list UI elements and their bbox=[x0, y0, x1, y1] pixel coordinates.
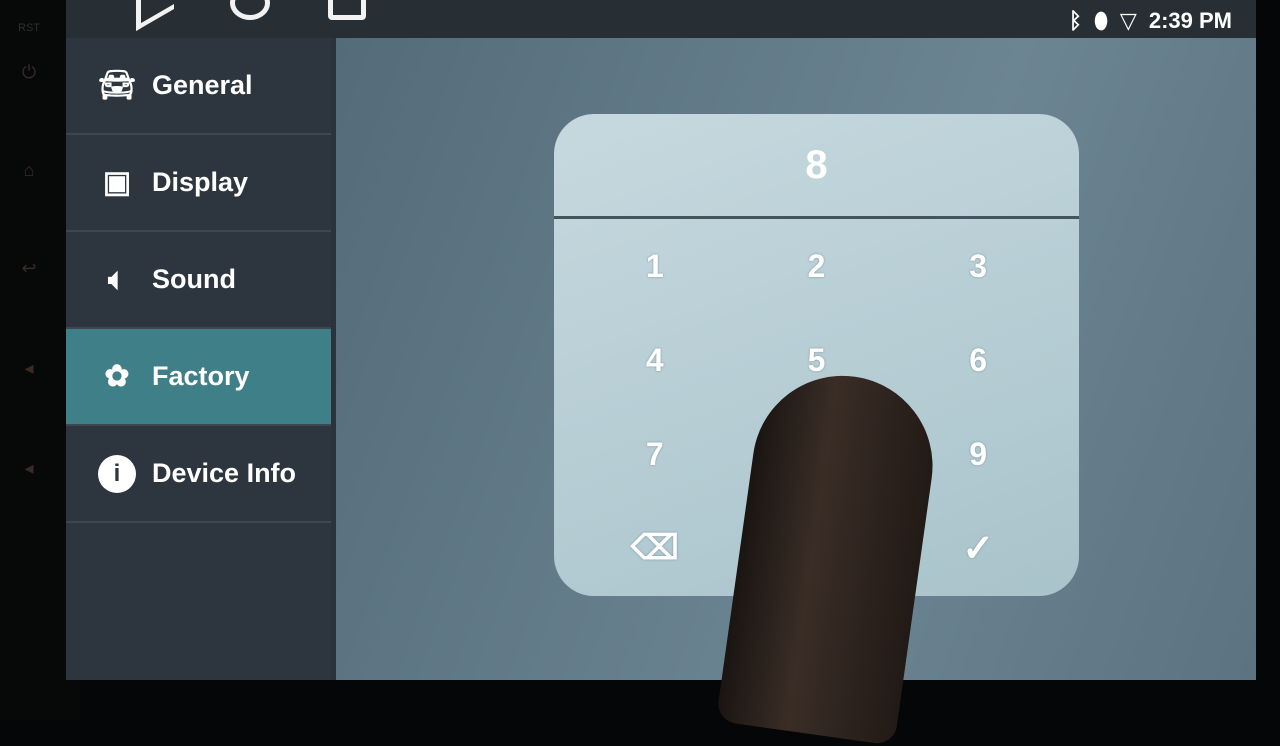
backspace-button[interactable]: ⌫ bbox=[574, 501, 736, 595]
location-icon: ⬮ bbox=[1094, 8, 1108, 33]
speaker-icon: 🔈︎ bbox=[108, 262, 126, 296]
back-hw-icon[interactable]: ↩ bbox=[14, 258, 44, 279]
display-icon: ▣ bbox=[102, 166, 132, 199]
sidebar-item-device-info[interactable]: i Device Info bbox=[66, 426, 331, 523]
power-icon[interactable]: ⏻ bbox=[14, 62, 44, 83]
home-hw-icon[interactable]: ⌂ bbox=[14, 160, 44, 181]
status-bar: ᛒ ⬮ ▽ 2:39 PM bbox=[1069, 8, 1232, 34]
key-2[interactable]: 2 bbox=[736, 219, 898, 313]
key-4[interactable]: 4 bbox=[574, 313, 736, 407]
sidebar: 🚘︎ General ▣ Display 🔈︎ Sound ✿ Factory i Dev… bbox=[66, 38, 331, 680]
backspace-icon: ⌫ bbox=[630, 529, 679, 567]
home-icon[interactable] bbox=[230, 0, 270, 20]
reset-label: RST bbox=[18, 22, 40, 34]
check-icon: ✓ bbox=[962, 527, 995, 570]
clock: 2:39 PM bbox=[1148, 8, 1232, 33]
back-icon[interactable] bbox=[136, 0, 174, 31]
screen: ᛒ ⬮ ▽ 2:39 PM 🚘︎ General ▣ Display 🔈︎ Sound… bbox=[66, 0, 1256, 680]
volume-hw-icon[interactable]: ◂ bbox=[14, 358, 44, 379]
bluetooth-icon: ᛒ bbox=[1068, 8, 1083, 33]
password-display: 8 bbox=[554, 114, 1079, 219]
key-7[interactable]: 7 bbox=[574, 407, 736, 501]
recents-icon[interactable] bbox=[328, 0, 366, 20]
gear-icon: ✿ bbox=[104, 360, 130, 393]
sidebar-item-factory[interactable]: ✿ Factory bbox=[66, 329, 331, 426]
key-6[interactable]: 6 bbox=[897, 313, 1059, 407]
key-3[interactable]: 3 bbox=[897, 219, 1059, 313]
key-1[interactable]: 1 bbox=[574, 219, 736, 313]
volume-down-hw-icon[interactable]: ◂ bbox=[14, 458, 44, 479]
nav-bar: ᛒ ⬮ ▽ 2:39 PM bbox=[66, 0, 1256, 38]
sidebar-item-sound[interactable]: 🔈︎ Sound bbox=[66, 232, 331, 329]
sidebar-item-display[interactable]: ▣ Display bbox=[66, 135, 331, 232]
sidebar-item-general[interactable]: 🚘︎ General bbox=[66, 38, 331, 135]
info-icon: i bbox=[96, 454, 138, 493]
wifi-icon: ▽ bbox=[1119, 8, 1137, 33]
car-icon: 🚘︎ bbox=[97, 69, 137, 102]
